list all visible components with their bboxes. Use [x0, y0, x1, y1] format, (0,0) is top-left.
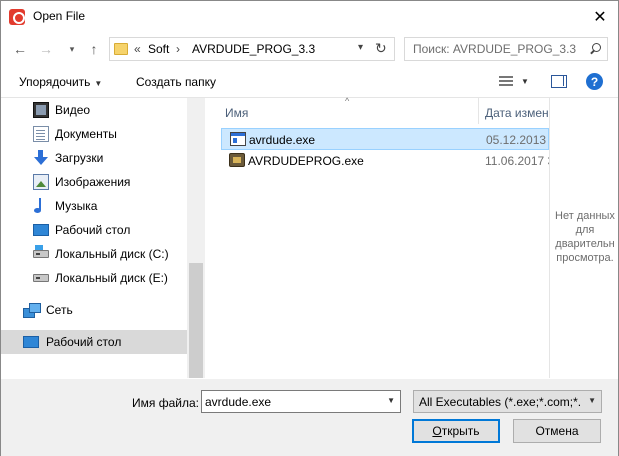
file-row-avrdudeprog[interactable]: AVRDUDEPROG.exe 11.06.2017 3: [221, 150, 549, 172]
nav-item-label: Видео: [55, 103, 91, 117]
help-icon[interactable]: ?: [586, 73, 603, 90]
chevron-down-icon[interactable]: ▼: [588, 396, 596, 405]
nav-item-video[interactable]: Видео: [1, 98, 187, 122]
pictures-icon: [33, 174, 49, 190]
forward-arrow-icon[interactable]: →: [37, 40, 55, 58]
nav-item-drive-e[interactable]: Локальный диск (E:): [1, 266, 187, 290]
preview-pane-icon[interactable]: [551, 75, 567, 88]
column-name[interactable]: Имя: [225, 106, 248, 120]
desktop-icon: [23, 336, 39, 348]
close-button[interactable]: ✕: [582, 1, 618, 32]
search-box[interactable]: Поиск: AVRDUDE_PROG_3.3: [404, 37, 608, 61]
filename-value: avrdude.exe: [205, 395, 272, 409]
nav-item-network[interactable]: Сеть: [1, 298, 187, 322]
preview-pane: Нет данных для дварительн просмотра.: [550, 209, 619, 265]
new-folder-button[interactable]: Создать папку: [136, 75, 216, 89]
breadcrumb-soft[interactable]: Soft: [148, 42, 169, 56]
chip-app-icon: [229, 153, 245, 167]
preview-text-4: просмотра.: [556, 252, 614, 264]
title-bar: Open File ✕: [1, 1, 618, 32]
open-accelerator: О: [432, 424, 442, 438]
view-options-icon[interactable]: [499, 76, 513, 88]
search-icon[interactable]: [589, 43, 601, 55]
file-row-avrdude[interactable]: avrdude.exe 05.12.2013 1: [221, 128, 550, 150]
network-icon: [23, 302, 41, 318]
nav-item-label: Рабочий стол: [46, 335, 122, 349]
nav-item-label: Документы: [55, 127, 117, 141]
toolbar: Упорядочить ▼ Создать папку ▼ ?: [1, 66, 618, 98]
chevron-down-icon: ▼: [94, 79, 103, 88]
nav-item-label: Локальный диск (E:): [55, 271, 168, 285]
documents-icon: [33, 126, 49, 142]
nav-item-label: Музыка: [55, 199, 98, 213]
nav-item-label: Сеть: [46, 303, 73, 317]
address-overflow[interactable]: «: [134, 42, 141, 56]
file-type-select[interactable]: All Executables (*.exe;*.com;*.p ▼: [413, 390, 602, 413]
file-date: 11.06.2017 3: [485, 154, 549, 168]
drive-e-icon: [33, 274, 49, 282]
drive-c-icon: [33, 245, 49, 258]
nav-item-music[interactable]: Музыка: [1, 194, 187, 218]
refresh-icon[interactable]: ↻: [375, 40, 387, 57]
nav-item-desktop-root[interactable]: Рабочий стол: [1, 330, 187, 354]
sort-ascending-icon: ^: [345, 96, 350, 106]
open-file-dialog: Open File ✕ ← → ▾ ↑ « Soft › AVRDUDE_PRO…: [0, 0, 619, 456]
navigation-row: ← → ▾ ↑ « Soft › AVRDUDE_PROG_3.3 ▾ ↻ По…: [1, 32, 618, 66]
column-date[interactable]: Дата измен: [485, 106, 549, 120]
file-date: 05.12.2013 1: [486, 133, 550, 147]
chevron-down-icon[interactable]: ▼: [387, 396, 395, 405]
file-name: avrdude.exe: [249, 133, 316, 147]
nav-scrollbar[interactable]: [187, 98, 205, 378]
navigation-pane: Видео Документы Загрузки Изображения Муз…: [1, 98, 205, 378]
exe-icon: [230, 132, 246, 146]
window-title: Open File: [33, 9, 86, 23]
breadcrumb-current[interactable]: AVRDUDE_PROG_3.3: [192, 42, 315, 56]
nav-item-pictures[interactable]: Изображения: [1, 170, 187, 194]
preview-text-1: Нет данных: [555, 210, 615, 222]
organize-button[interactable]: Упорядочить ▼: [19, 75, 102, 89]
preview-text-2: для: [575, 224, 595, 236]
bottom-panel: Имя файла: avrdude.exe ▼ All Executables…: [1, 379, 618, 456]
column-header: ^ Имя Дата измен: [205, 96, 549, 124]
back-arrow-icon[interactable]: ←: [11, 40, 29, 58]
recent-dropdown-icon[interactable]: ▾: [63, 40, 81, 58]
filename-label: Имя файла:: [132, 396, 199, 410]
nav-item-desktop[interactable]: Рабочий стол: [1, 218, 187, 242]
file-type-value: All Executables (*.exe;*.com;*.p: [419, 395, 581, 409]
organize-label: Упорядочить: [19, 75, 91, 89]
column-divider[interactable]: [478, 98, 479, 124]
nav-item-downloads[interactable]: Загрузки: [1, 146, 187, 170]
open-label: ткрыть: [441, 424, 480, 438]
nav-item-label: Локальный диск (C:): [55, 247, 169, 261]
cancel-button[interactable]: Отмена: [513, 419, 601, 443]
nav-item-label: Изображения: [55, 175, 131, 189]
search-placeholder: Поиск: AVRDUDE_PROG_3.3: [413, 42, 577, 56]
view-dropdown-icon[interactable]: ▼: [521, 77, 529, 86]
nav-item-label: Загрузки: [55, 151, 104, 165]
address-dropdown-icon[interactable]: ▾: [358, 42, 363, 53]
app-icon: [9, 9, 25, 25]
preview-text-3: дварительн: [555, 238, 615, 250]
open-button[interactable]: Открыть: [412, 419, 500, 443]
desktop-icon: [33, 224, 49, 236]
file-list: ^ Имя Дата измен avrdude.exe 05.12.2013 …: [205, 96, 550, 378]
video-icon: [33, 102, 49, 118]
folder-icon: [114, 43, 128, 55]
nav-item-documents[interactable]: Документы: [1, 122, 187, 146]
downloads-icon: [33, 150, 49, 166]
up-arrow-icon[interactable]: ↑: [85, 40, 103, 58]
nav-item-drive-c[interactable]: Локальный диск (C:): [1, 242, 187, 266]
file-name: AVRDUDEPROG.exe: [248, 154, 364, 168]
nav-item-label: Рабочий стол: [55, 223, 131, 237]
address-bar[interactable]: « Soft › AVRDUDE_PROG_3.3 ▾ ↻: [109, 37, 395, 61]
breadcrumb-separator[interactable]: ›: [176, 42, 180, 56]
filename-input[interactable]: avrdude.exe ▼: [201, 390, 401, 413]
music-icon: [33, 198, 49, 214]
nav-scrollbar-thumb[interactable]: [189, 263, 203, 378]
